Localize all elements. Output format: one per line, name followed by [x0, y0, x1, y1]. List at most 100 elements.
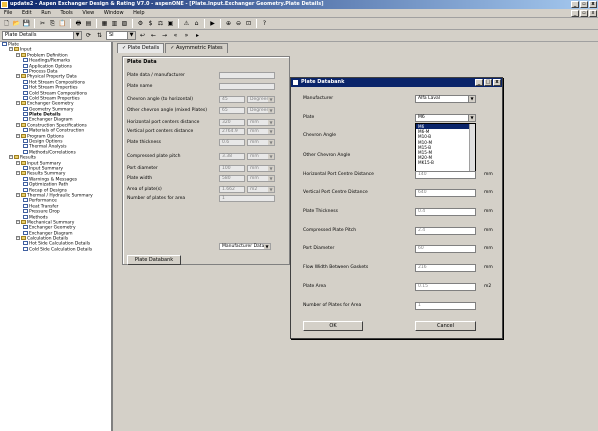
menu-edit[interactable]: Edit — [18, 9, 36, 18]
child-close-button[interactable]: x — [589, 10, 597, 17]
copy-icon[interactable]: ⎘ — [48, 19, 57, 28]
close-button[interactable]: x — [589, 1, 597, 8]
expand-icon[interactable]: - — [16, 160, 20, 165]
unit-select[interactable]: Degrees ▼ — [247, 107, 275, 114]
units-toggle-icon[interactable]: ⇅ — [95, 31, 104, 40]
dialog-row-value[interactable]: 216 — [415, 264, 476, 272]
last-icon[interactable]: » — [182, 31, 191, 40]
units-combo[interactable]: SI ▼ — [106, 31, 136, 40]
child-restore-button[interactable]: ▫ — [580, 10, 588, 17]
dialog-maximize-button[interactable]: □ — [484, 79, 492, 86]
field-input[interactable]: 65 — [219, 107, 245, 114]
field-input[interactable]: 1 — [219, 195, 275, 202]
dialog-row-value[interactable]: 0.15 — [415, 283, 476, 291]
unit-select[interactable]: m2 ▼ — [247, 186, 275, 193]
expand-icon[interactable]: - — [16, 101, 20, 106]
warning-icon[interactable]: ⚠ — [182, 19, 191, 28]
dialog-row-value[interactable]: 0.4 — [415, 208, 476, 216]
restore-button[interactable]: ▫ — [580, 1, 588, 8]
first-icon[interactable]: « — [171, 31, 180, 40]
scrollbar[interactable] — [469, 124, 475, 172]
menu-window[interactable]: Window — [100, 9, 128, 18]
back-icon[interactable]: ← — [149, 31, 158, 40]
grid-icon[interactable]: ▥ — [110, 19, 119, 28]
dialog-row-value[interactable]: 1 — [415, 302, 476, 310]
cancel-button[interactable]: Cancel — [415, 321, 476, 331]
paste-icon[interactable]: 📋 — [58, 19, 67, 28]
tree-item[interactable]: Cold Side Calculation Details — [0, 246, 111, 252]
chart-icon[interactable]: ▨ — [120, 19, 129, 28]
field-input[interactable]: 320 — [219, 119, 245, 126]
unit-select[interactable]: mm ▼ — [247, 153, 275, 160]
unit-select[interactable]: mm ▼ — [247, 175, 275, 182]
expand-icon[interactable]: - — [9, 155, 13, 160]
field-input[interactable]: 100 — [219, 165, 245, 172]
dialog-row-value[interactable]: 140 — [415, 171, 476, 179]
print-icon[interactable]: 🖶 — [74, 19, 83, 28]
input-icon[interactable]: ↩ — [138, 31, 147, 40]
data-source-select[interactable]: Manufacturer Data ▼ — [219, 243, 271, 250]
tab-plate-details[interactable]: ✓ Plate Details — [117, 43, 165, 53]
child-minimize-button[interactable]: _ — [571, 10, 579, 17]
scale-icon[interactable]: ⚖ — [156, 19, 165, 28]
forward-icon[interactable]: → — [160, 31, 169, 40]
menu-run[interactable]: Run — [37, 9, 55, 18]
field-input[interactable]: 0.6 — [219, 139, 245, 146]
field-input[interactable] — [219, 72, 275, 79]
expand-icon[interactable]: - — [16, 74, 20, 79]
preview-icon[interactable]: ▤ — [84, 19, 93, 28]
plate-select[interactable]: M6 ▼ — [415, 114, 476, 122]
minimize-button[interactable]: _ — [571, 1, 579, 8]
expand-icon[interactable]: - — [16, 219, 20, 224]
menu-view[interactable]: View — [78, 9, 98, 18]
field-input[interactable]: 2764.9 — [219, 128, 245, 135]
diagram-icon[interactable]: ▣ — [166, 19, 175, 28]
tab-asymmetric-plates[interactable]: ✓ Asymmetric Plates — [165, 43, 228, 53]
field-input[interactable]: 45 — [219, 96, 245, 103]
ok-button[interactable]: OK — [303, 321, 363, 331]
run-icon[interactable]: ▶ — [208, 19, 217, 28]
navigator-combo[interactable]: Plate Details ▼ — [2, 31, 82, 40]
save-icon[interactable]: 💾 — [22, 19, 31, 28]
unit-select[interactable]: mm ▼ — [247, 119, 275, 126]
cut-icon[interactable]: ✂ — [38, 19, 47, 28]
expand-icon[interactable]: - — [9, 47, 13, 52]
field-input[interactable]: 580 — [219, 175, 245, 182]
dialog-row-value[interactable]: 640 — [415, 189, 476, 197]
expand-icon[interactable]: - — [16, 52, 20, 57]
plate-databank-button[interactable]: Plate Databank — [127, 255, 181, 265]
unit-select[interactable]: mm ▼ — [247, 128, 275, 135]
dialog-minimize-button[interactable]: _ — [475, 79, 483, 86]
field-input[interactable]: 1.662 — [219, 186, 245, 193]
help-pointer-icon[interactable]: ? — [260, 19, 269, 28]
refresh-icon[interactable]: ⟳ — [84, 31, 93, 40]
units-icon[interactable]: $ — [146, 19, 155, 28]
plate-option[interactable]: MK15-B — [416, 160, 475, 165]
dialog-row-value[interactable]: 2.4 — [415, 227, 476, 235]
open-folder-icon[interactable]: 📂 — [12, 19, 21, 28]
menu-tools[interactable]: Tools — [56, 9, 76, 18]
expand-icon[interactable]: - — [16, 122, 20, 127]
next-icon[interactable]: ▸ — [193, 31, 202, 40]
unit-select[interactable]: mm ▼ — [247, 165, 275, 172]
dialog-row-value[interactable]: 60 — [415, 245, 476, 253]
zoom-fit-icon[interactable]: ⊡ — [244, 19, 253, 28]
zoom-out-icon[interactable]: ⊖ — [234, 19, 243, 28]
field-input[interactable]: 3.38 — [219, 153, 245, 160]
expand-icon[interactable]: - — [16, 192, 20, 197]
menu-file[interactable]: File — [0, 9, 16, 18]
unit-select[interactable]: Degrees ▼ — [247, 96, 275, 103]
field-input[interactable] — [219, 83, 275, 90]
unit-select[interactable]: mm ▼ — [247, 139, 275, 146]
expand-icon[interactable]: - — [16, 236, 20, 241]
results-icon[interactable]: ⌂ — [192, 19, 201, 28]
expand-icon[interactable]: - — [16, 133, 20, 138]
dialog-close-button[interactable]: x — [493, 79, 501, 86]
menu-help[interactable]: Help — [129, 9, 148, 18]
new-file-icon[interactable]: 🗋 — [2, 19, 11, 28]
table-icon[interactable]: ▦ — [100, 19, 109, 28]
expand-icon[interactable]: - — [16, 171, 20, 176]
manufacturer-select[interactable]: Alfa Laval ▼ — [415, 95, 476, 103]
flow-icon[interactable]: ⚙ — [136, 19, 145, 28]
zoom-in-icon[interactable]: ⊕ — [224, 19, 233, 28]
